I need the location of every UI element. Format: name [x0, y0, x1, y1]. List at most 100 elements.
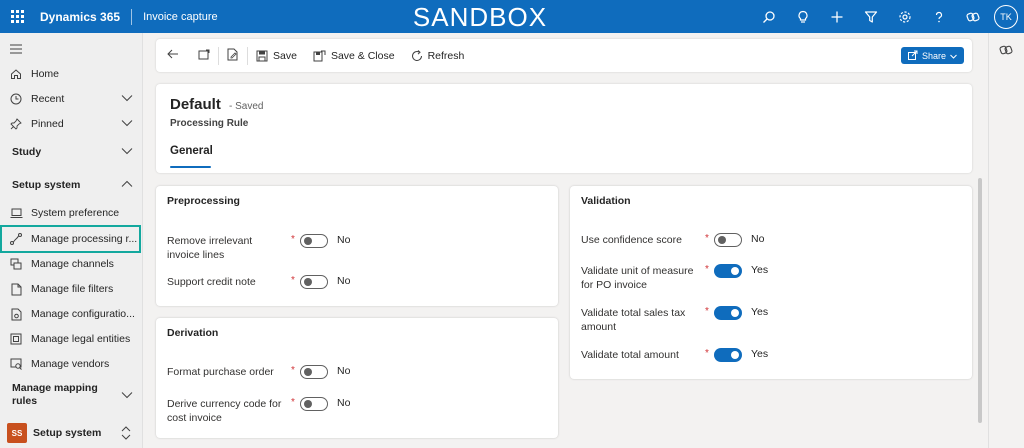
section-title: Derivation — [167, 327, 219, 339]
area-switcher[interactable]: SS Setup system — [0, 418, 143, 448]
share-button[interactable]: Share — [901, 47, 964, 64]
save-close-label: Save & Close — [330, 49, 395, 62]
toggle-switch[interactable] — [714, 233, 742, 247]
chevron-down-icon[interactable] — [121, 146, 133, 158]
toggle-switch[interactable] — [300, 365, 328, 379]
sidebar-item-label: Manage vendors — [31, 358, 110, 370]
app-name[interactable]: Dynamics 365 — [40, 10, 120, 24]
sidebar-group-label: Setup system — [12, 179, 81, 191]
sidebar-item-pinned[interactable]: Pinned — [0, 112, 143, 136]
field-label: Validate total amount — [581, 349, 679, 361]
building-icon — [8, 331, 24, 347]
share-icon — [907, 50, 918, 62]
sidebar-item-label: Pinned — [31, 118, 64, 130]
plus-icon[interactable] — [820, 0, 854, 33]
chevron-up-down-icon — [121, 426, 131, 443]
save-icon — [256, 50, 268, 62]
field-label: Validate total sales tax amount — [581, 307, 686, 333]
chevron-down-icon[interactable] — [121, 93, 133, 105]
toggle-switch[interactable] — [714, 306, 742, 320]
refresh-button[interactable]: Refresh — [403, 39, 473, 72]
sidebar-item-label: Manage channels — [31, 258, 114, 270]
toggle-switch[interactable] — [714, 348, 742, 362]
sidebar-item-manage-vendors[interactable]: Manage vendors — [0, 352, 143, 376]
sidebar-item-manage-legal-entities[interactable]: Manage legal entities — [0, 327, 143, 351]
sidebar-group-label: Manage mapping rules — [12, 382, 98, 407]
gear-icon[interactable] — [888, 0, 922, 33]
section-derivation: Derivation Format purchase order * No De… — [156, 318, 558, 438]
toggle-switch[interactable] — [300, 397, 328, 411]
sidebar-item-manage-file-filters[interactable]: Manage file filters — [0, 277, 143, 301]
toggle-value: Yes — [751, 306, 769, 318]
home-icon — [8, 66, 24, 82]
flow-icon — [8, 231, 24, 247]
vertical-scrollbar[interactable] — [978, 178, 982, 423]
sidebar-item-label: Manage configuratio... — [31, 308, 135, 320]
required-indicator: * — [291, 397, 295, 408]
area-badge: SS — [7, 423, 27, 443]
refresh-label: Refresh — [427, 49, 465, 62]
required-indicator: * — [291, 365, 295, 376]
hamburger-button[interactable] — [0, 37, 143, 61]
help-icon[interactable] — [922, 0, 956, 33]
user-avatar[interactable]: TK — [994, 4, 1018, 29]
required-indicator: * — [291, 234, 295, 245]
search-icon[interactable] — [752, 0, 786, 33]
sidebar-item-recent[interactable]: Recent — [0, 87, 143, 111]
save-button[interactable]: Save — [248, 39, 305, 72]
toggle-value: No — [337, 397, 351, 409]
required-indicator: * — [705, 264, 709, 275]
sidebar-group-study[interactable]: Study — [0, 140, 143, 164]
save-and-close-button[interactable]: Save & Close — [305, 39, 403, 72]
record-title: Default — [170, 96, 221, 113]
pin-icon — [8, 116, 24, 132]
toggle-switch[interactable] — [300, 234, 328, 248]
copilot-icon[interactable] — [999, 43, 1013, 60]
sidebar-item-label: Manage processing r... — [31, 233, 138, 245]
clock-icon — [8, 91, 24, 107]
vendor-icon — [8, 356, 24, 372]
chevron-up-icon[interactable] — [121, 179, 133, 191]
save-label: Save — [273, 49, 297, 62]
required-indicator: * — [705, 306, 709, 317]
entity-name: Processing Rule — [170, 118, 249, 129]
sidebar-item-manage-channels[interactable]: Manage channels — [0, 252, 143, 276]
form-options-button[interactable] — [219, 39, 247, 72]
sidebar-group-label: Study — [12, 146, 42, 158]
toggle-switch[interactable] — [714, 264, 742, 278]
toggle-switch[interactable] — [300, 275, 328, 289]
sidebar-item-manage-configurations[interactable]: Manage configuratio... — [0, 302, 143, 326]
tab-general[interactable]: General — [170, 145, 213, 157]
back-button[interactable] — [156, 39, 190, 72]
area-label: Setup system — [33, 427, 102, 439]
sidebar-group-setup-system[interactable]: Setup system — [0, 173, 143, 197]
sidebar-item-manage-processing-rules[interactable]: Manage processing r... — [0, 225, 141, 253]
sidebar-item-label: Home — [31, 68, 60, 80]
sidebar-group-manage-mapping-rules[interactable]: Manage mapping rules — [0, 380, 110, 410]
save-status: - Saved — [229, 101, 264, 112]
toggle-value: Yes — [751, 348, 769, 360]
section-title: Preprocessing — [167, 195, 240, 207]
laptop-icon — [8, 205, 24, 221]
chevron-down-icon[interactable] — [121, 118, 133, 130]
command-bar: Save Save & Close Refresh Share — [156, 39, 972, 72]
chevron-down-icon[interactable] — [121, 391, 133, 402]
hamburger-icon — [8, 41, 24, 57]
required-indicator: * — [705, 233, 709, 244]
lightbulb-icon[interactable] — [786, 0, 820, 33]
app-module-name[interactable]: Invoice capture — [143, 11, 218, 23]
required-indicator: * — [291, 275, 295, 286]
waffle-icon — [10, 10, 24, 23]
sidebar-item-home[interactable]: Home — [0, 62, 143, 86]
record-title-block: Default - Saved — [170, 96, 263, 113]
top-bar: Dynamics 365 Invoice capture SANDBOX TK — [0, 0, 1024, 33]
copilot-icon[interactable] — [956, 0, 990, 33]
sidebar-item-system-preference[interactable]: System preference — [0, 201, 143, 225]
app-launcher-button[interactable] — [0, 0, 34, 33]
section-preprocessing: Preprocessing Remove irrelevant invoice … — [156, 186, 558, 306]
sidebar-item-label: Manage legal entities — [31, 333, 131, 345]
field-label: Use confidence score — [581, 234, 682, 246]
open-new-window-button[interactable] — [190, 39, 218, 72]
filter-icon[interactable] — [854, 0, 888, 33]
chevron-down-icon — [950, 51, 957, 61]
